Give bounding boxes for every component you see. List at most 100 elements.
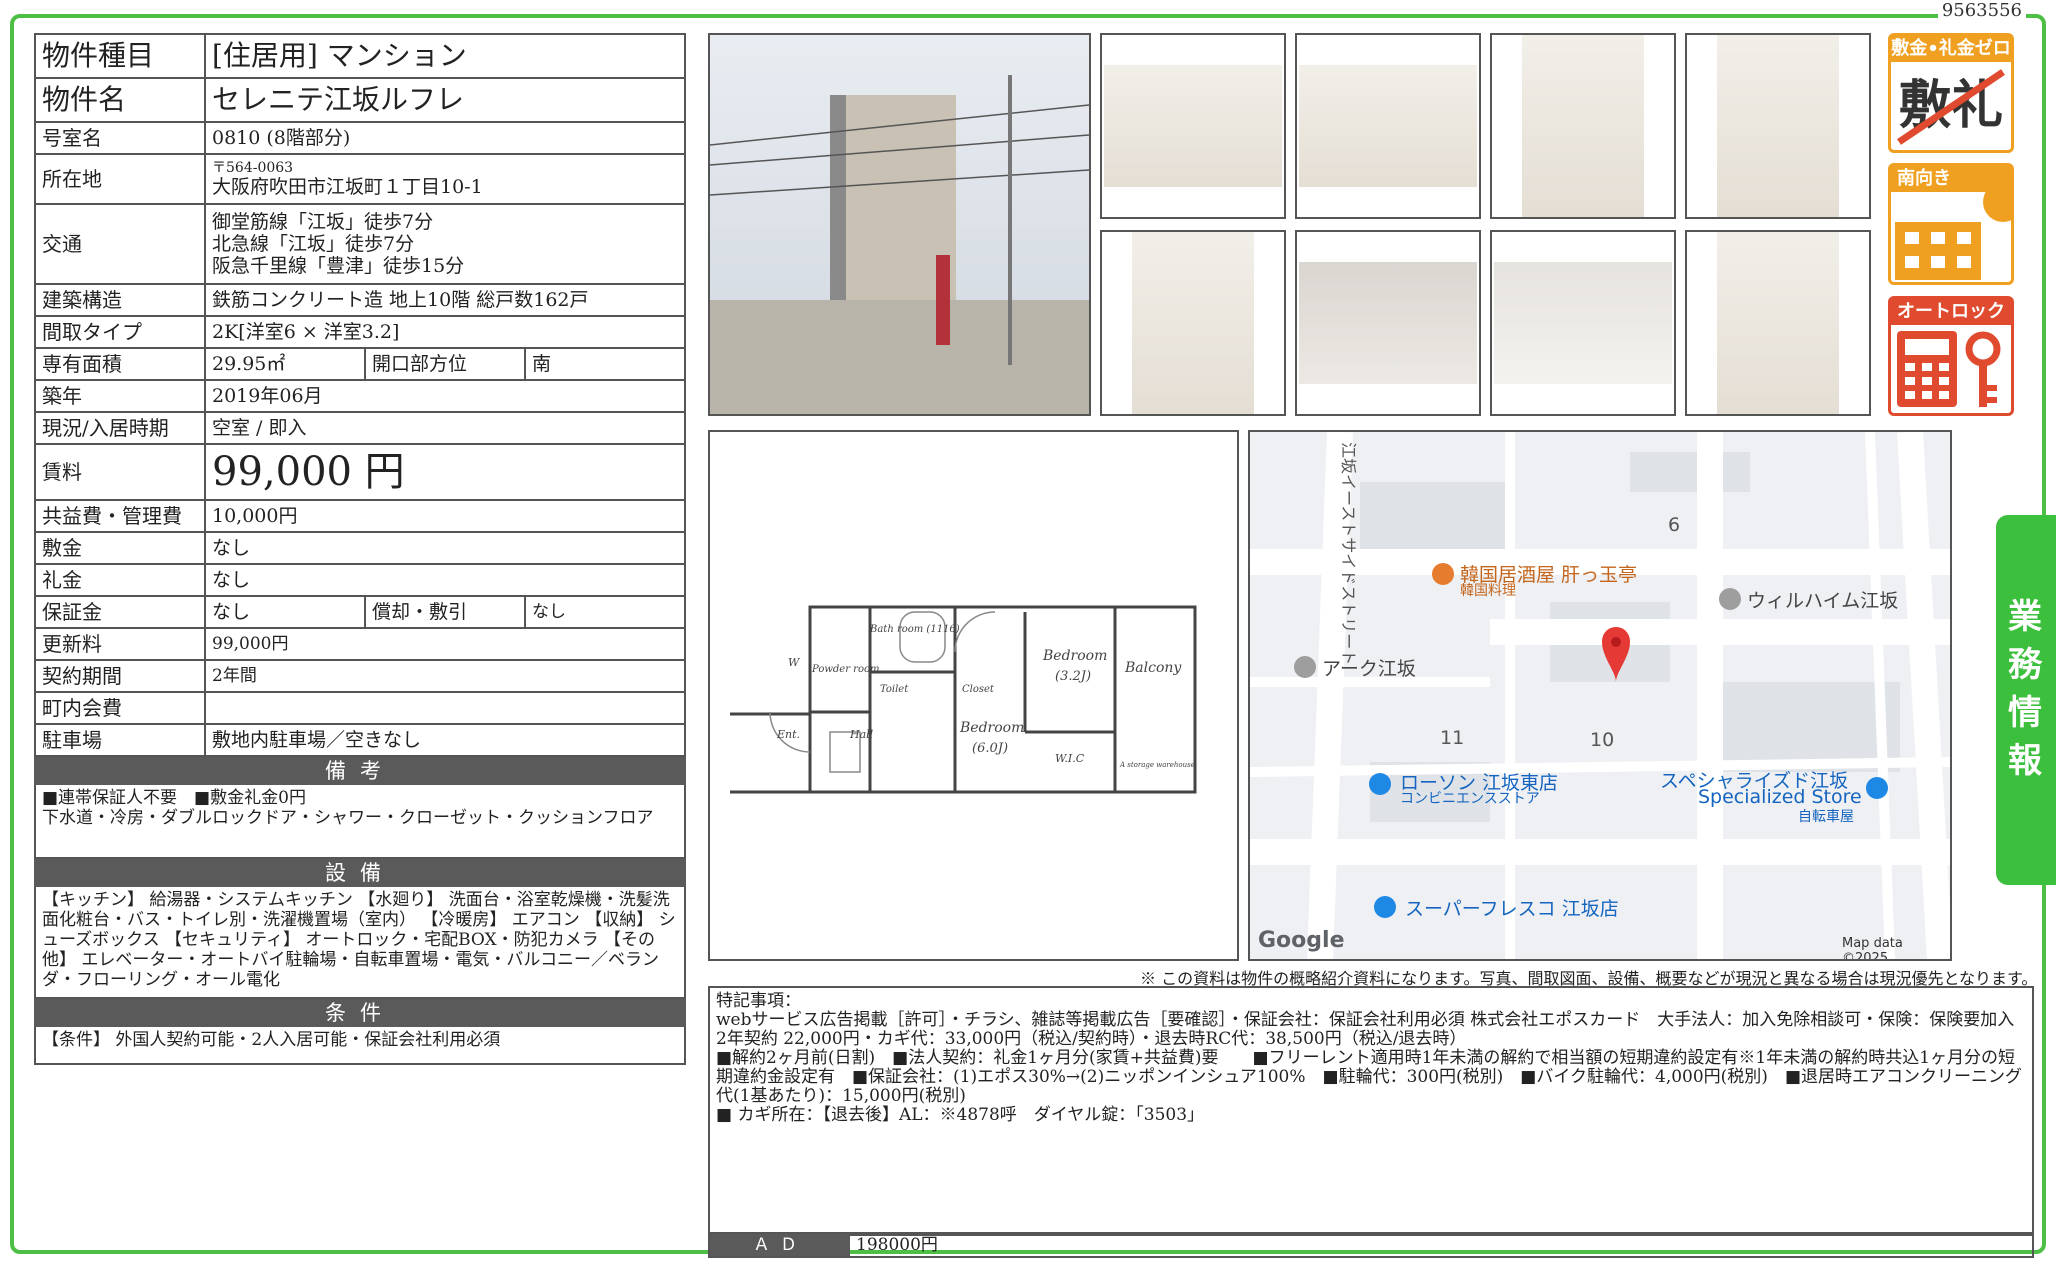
interior-photo-1 xyxy=(1100,33,1286,219)
business-info-tab[interactable]: 業務情報 xyxy=(1996,515,2056,885)
access-line-1: 御堂筋線「江坂」徒歩7分 xyxy=(212,211,434,233)
renew-value: 99,000円 xyxy=(204,627,686,661)
term-label: 契約期間 xyxy=(34,659,206,693)
parking-label: 駐車場 xyxy=(34,723,206,757)
kitchen-photo xyxy=(1100,230,1286,416)
parking-value: 敷地内駐車場／空きなし xyxy=(204,723,686,757)
type-value: [住居用] マンション xyxy=(204,33,686,79)
washroom-photo xyxy=(1685,230,1871,416)
access-line-3: 阪急千里線「豊津」徒歩15分 xyxy=(212,255,465,277)
town-fee-value xyxy=(204,691,686,725)
name-label: 物件名 xyxy=(34,77,206,123)
bikou-box: ■連帯保証人不要 ■敷金礼金0円 下水道・冷房・ダブルロックドア・シャワー・クロ… xyxy=(34,785,686,859)
bikou-header: 備考 xyxy=(34,757,686,785)
spec-panel: 物件種目 [住居用] マンション 物件名 セレニテ江坂ルフレ 号室名 0810 (8階… xyxy=(34,33,686,1065)
fee-value: 10,000円 xyxy=(204,499,686,533)
bikou-line-1: ■連帯保証人不要 ■敷金礼金0円 xyxy=(42,788,306,808)
plan-label-storage: A storage warehouse xyxy=(1119,761,1195,769)
layout-value: 2K[洋室6 × 洋室3.2] xyxy=(204,315,686,349)
room-label: 号室名 xyxy=(34,121,206,155)
built-value: 2019年06月 xyxy=(204,379,686,413)
plan-label-toilet: Toilet xyxy=(880,684,909,695)
building-exterior-photo xyxy=(708,33,1091,416)
map-place-lawson-sub: コンビニエンスストア xyxy=(1400,791,1540,807)
status-label: 現況/入居時期 xyxy=(34,411,206,445)
built-label: 築年 xyxy=(34,379,206,413)
plan-label-powder: Powder room xyxy=(811,664,880,675)
google-logo: Google xyxy=(1258,928,1345,953)
map-place-specialized-sub: Specialized Store xyxy=(1698,786,1862,808)
bikou-line-2: 下水道・冷房・ダブルロックドア・シャワー・クローゼット・クッションフロア xyxy=(42,808,654,828)
key-money-value: なし xyxy=(204,563,686,597)
document-id: 9563556 xyxy=(1937,0,2026,21)
area-value: 29.95㎡ xyxy=(204,347,366,381)
guarantee-value: なし xyxy=(204,595,366,629)
area-label: 専有面積 xyxy=(34,347,206,381)
layout-label: 間取タイプ xyxy=(34,315,206,349)
map-block-6: 6 xyxy=(1668,514,1681,536)
joken-text: 【条件】 外国人契約可能・2人入居可能・保証会社利用必須 xyxy=(34,1027,686,1065)
plan-label-wic: W.I.C xyxy=(1055,752,1085,765)
badge-no-deposit: 敷金•礼金ゼロ 敷礼 xyxy=(1888,33,2014,153)
rent-label: 賃料 xyxy=(34,443,206,501)
house-sun-icon xyxy=(1895,182,2023,280)
rent-value: 99,000 円 xyxy=(204,443,686,501)
plan-label-bedroom-1-size: (3.2J) xyxy=(1055,669,1091,684)
setsubi-text: 【キッチン】 給湯器・システムキッチン 【水廻り】 洗面台・浴室乾燥機・洗髪洗面… xyxy=(34,887,686,999)
map-road-label: 江坂イーストサイドストリート xyxy=(1339,442,1358,666)
plan-label-balcony: Balcony xyxy=(1124,660,1182,676)
addr-zip: 〒564-0063 xyxy=(212,159,294,176)
facing-label: 開口部方位 xyxy=(364,347,526,381)
location-map[interactable]: 江坂イーストサイドストリート 6 11 10 韓国居酒屋 肝っ玉亭 韓国料理 ウ… xyxy=(1248,430,1952,961)
spec-table: 物件種目 [住居用] マンション 物件名 セレニテ江坂ルフレ 号室名 0810 (8階… xyxy=(34,33,686,757)
key-money-label: 礼金 xyxy=(34,563,206,597)
facing-value: 南 xyxy=(524,347,686,381)
badge-auto-lock: オートロック xyxy=(1888,296,2014,416)
ad-value: 198000円 xyxy=(856,1235,938,1255)
floor-plan: Bath room (1116) Powder room Toilet Clos… xyxy=(708,430,1239,961)
ad-row: ＡＤ 198000円 xyxy=(708,1232,2034,1258)
map-attribution: Map data ©2025 xyxy=(1842,936,1903,961)
map-block-10: 10 xyxy=(1590,729,1615,751)
joken-header: 条件 xyxy=(34,999,686,1027)
remarks-line-3: ■ カギ所在：【退去後】AL：※4878呼 ダイヤル錠：「3503」 xyxy=(716,1105,1205,1125)
map-place-restaurant-sub: 韓国料理 xyxy=(1460,583,1516,599)
fee-label: 共益費・管理費 xyxy=(34,499,206,533)
plan-label-w: W xyxy=(788,656,801,669)
business-info-tab-label: 業務情報 xyxy=(2008,597,2042,781)
amort-label: 償却・敷引 xyxy=(364,595,526,629)
plan-label-entrance: Ent. xyxy=(776,728,800,741)
access-line-2: 北急線「江坂」徒歩7分 xyxy=(212,233,415,255)
remarks-line-2: ■解約2ヶ月前(日割) ■法人契約：礼金1ヶ月分(家賃+共益費)要 ■フリーレン… xyxy=(716,1048,2023,1106)
badge-no-deposit-title: 敷金•礼金ゼロ xyxy=(1891,36,2011,62)
structure-label: 建築構造 xyxy=(34,283,206,317)
addr-value: 大阪府吹田市江坂町１丁目10-1 xyxy=(212,175,483,198)
map-place-specialized-sub2: 自転車屋 xyxy=(1798,809,1854,825)
structure-value: 鉄筋コンクリート造 地上10階 総戸数162戸 xyxy=(204,283,686,317)
plan-label-closet: Closet xyxy=(962,684,995,695)
addr-label: 所在地 xyxy=(34,153,206,205)
setsubi-header: 設備 xyxy=(34,859,686,887)
map-place-wilheim[interactable]: ウィルハイム江坂 xyxy=(1747,586,1898,613)
map-place-ark[interactable]: アーク江坂 xyxy=(1322,654,1416,681)
name-value: セレニテ江坂ルフレ xyxy=(204,77,686,123)
badge-auto-lock-title: オートロック xyxy=(1891,299,2011,325)
renew-label: 更新料 xyxy=(34,627,206,661)
plan-label-hall: Hall xyxy=(849,728,874,741)
interior-photo-2 xyxy=(1295,33,1481,219)
plan-label-bedroom-1: Bedroom xyxy=(1042,648,1107,664)
ad-label: ＡＤ xyxy=(710,1234,850,1256)
badge-south-facing: 南向き xyxy=(1888,163,2023,285)
guarantee-label: 保証金 xyxy=(34,595,206,629)
keypad-key-icon xyxy=(1897,331,2001,407)
floor-plan-drawing: Bath room (1116) Powder room Toilet Clos… xyxy=(730,605,1197,794)
toilet-photo xyxy=(1490,230,1676,416)
interior-photo-4 xyxy=(1685,33,1871,219)
remarks-title: 特記事項： xyxy=(716,991,801,1011)
amort-value: なし xyxy=(524,595,686,629)
access-label: 交通 xyxy=(34,203,206,285)
map-place-fresco[interactable]: スーパーフレスコ 江坂店 xyxy=(1405,894,1619,921)
badge-south-title: 南向き xyxy=(1891,166,2011,192)
cross-out-icon xyxy=(1897,69,2005,145)
plan-label-bedroom-2-size: (6.0J) xyxy=(972,741,1008,756)
